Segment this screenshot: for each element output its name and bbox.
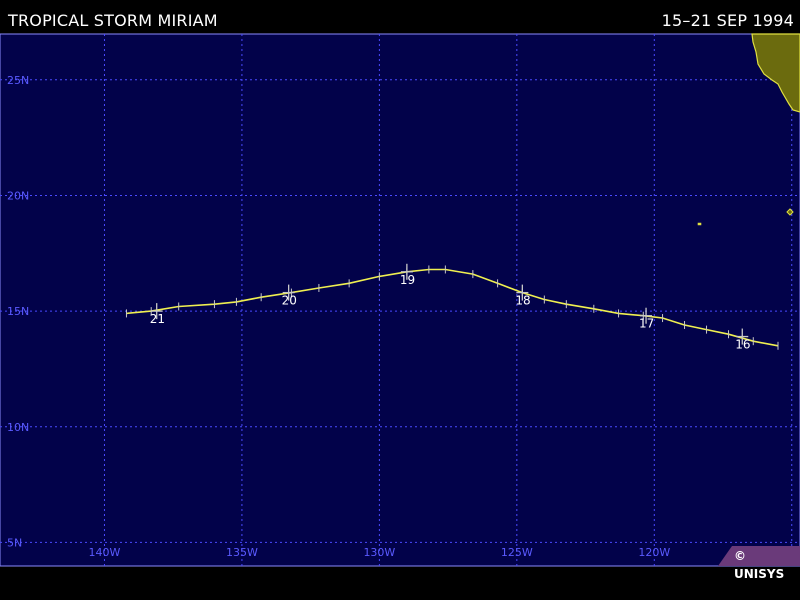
storm-track-map: 161718192021 140W135W130W125W120W115W25N… — [0, 33, 800, 567]
lon-tick-label: 120W — [638, 546, 670, 559]
day-label: 17 — [639, 317, 654, 331]
day-label: 19 — [400, 273, 415, 287]
lon-tick-label: 135W — [226, 546, 258, 559]
day-label: 20 — [282, 294, 297, 308]
lat-tick-label: 20N — [7, 189, 29, 202]
lat-tick-label: 10N — [7, 421, 29, 434]
unisys-credit: © UNISYS — [718, 546, 800, 581]
lat-tick-label: 25N — [7, 74, 29, 87]
lat-tick-label: 5N — [7, 536, 22, 549]
lat-tick-label: 15N — [7, 305, 29, 318]
day-label: 16 — [735, 338, 750, 352]
lon-tick-label: 125W — [501, 546, 533, 559]
day-label: 18 — [515, 294, 530, 308]
credit-text: © UNISYS — [734, 549, 785, 581]
ocean-background — [0, 33, 800, 567]
day-label: 21 — [150, 312, 165, 326]
lon-tick-label: 140W — [89, 546, 121, 559]
lon-tick-label: 130W — [363, 546, 395, 559]
island-clarion — [697, 222, 702, 226]
